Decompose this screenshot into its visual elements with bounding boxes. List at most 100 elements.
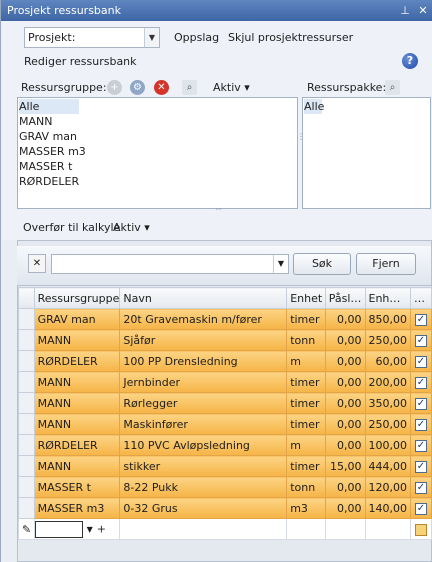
cell-active[interactable]: ✓ bbox=[410, 308, 432, 330]
column-header[interactable]: Enh… bbox=[364, 287, 411, 309]
transfer-status-dropdown[interactable]: Aktiv ▾ bbox=[113, 221, 150, 234]
chevron-down-icon[interactable]: ▼ bbox=[87, 525, 93, 534]
cell-group[interactable]: MANN bbox=[33, 392, 121, 414]
checkbox[interactable]: ✓ bbox=[415, 481, 427, 494]
list-item[interactable]: MASSER m3 bbox=[19, 144, 86, 159]
cell-active[interactable]: ✓ bbox=[410, 329, 432, 351]
chevron-down-icon[interactable]: ▼ bbox=[273, 255, 288, 273]
add-icon[interactable]: + bbox=[97, 522, 106, 535]
cell-markup[interactable]: 0,00 bbox=[324, 413, 366, 435]
table-row[interactable]: MANN Rørlegger timer 0,00 350,00 ✓ bbox=[18, 392, 432, 414]
cell-markup[interactable]: 15,00 bbox=[324, 455, 366, 477]
cell-name[interactable]: Rørlegger bbox=[119, 392, 288, 414]
cell-unit-price[interactable]: 444,00 bbox=[364, 455, 411, 477]
cell-group[interactable]: MANN bbox=[33, 455, 121, 477]
cell-unit[interactable]: tonn bbox=[286, 476, 326, 498]
list-item[interactable]: GRAV man bbox=[19, 129, 77, 144]
table-row[interactable]: GRAV man 20t Gravemaskin m/fører timer 0,00… bbox=[18, 308, 432, 330]
list-item[interactable]: MASSER t bbox=[19, 159, 72, 174]
cell-markup[interactable]: 0,00 bbox=[324, 308, 366, 330]
clear-filter-icon[interactable]: ✕ bbox=[28, 254, 46, 273]
row-indicator[interactable] bbox=[18, 497, 35, 519]
lookup-link[interactable]: Oppslag bbox=[174, 31, 219, 44]
transfer-to-estimate-link[interactable]: Overfør til kalkyle bbox=[23, 221, 120, 234]
cell-group[interactable]: MANN bbox=[33, 413, 121, 435]
hide-project-resources-link[interactable]: Skjul prosjektressurser bbox=[228, 31, 353, 44]
cell-group[interactable]: MANN bbox=[33, 371, 121, 393]
row-indicator[interactable] bbox=[18, 308, 35, 330]
new-row-group-select[interactable]: ▼ + bbox=[33, 518, 121, 540]
table-row[interactable]: RØRDELER 100 PP Drensledning m 0,00 60,00 ✓ bbox=[18, 350, 432, 372]
cell-unit-price[interactable]: 120,00 bbox=[364, 476, 411, 498]
row-indicator[interactable] bbox=[18, 413, 35, 435]
checkbox[interactable]: ✓ bbox=[415, 418, 427, 431]
column-header[interactable]: Navn bbox=[119, 287, 288, 309]
table-row[interactable]: MANN Sjåfør tonn 0,00 250,00 ✓ bbox=[18, 329, 432, 351]
table-row[interactable]: MANN stikker timer 15,00 444,00 ✓ bbox=[18, 455, 432, 477]
cell-unit[interactable]: m bbox=[286, 350, 326, 372]
table-row[interactable]: RØRDELER 110 PVC Avløpsledning m 0,00 100,00… bbox=[18, 434, 432, 456]
checkbox[interactable]: ✓ bbox=[415, 376, 427, 389]
cell-name[interactable]: Sjåfør bbox=[119, 329, 288, 351]
package-search-icon[interactable]: ⌕ bbox=[385, 80, 400, 95]
gear-icon[interactable]: ⚙ bbox=[130, 80, 145, 95]
checkbox[interactable]: ✓ bbox=[415, 460, 427, 473]
new-row[interactable]: ✎ ▼ + bbox=[18, 518, 432, 540]
cell-unit[interactable]: timer bbox=[286, 413, 326, 435]
column-header[interactable]: … bbox=[410, 287, 432, 309]
cell-name[interactable]: 100 PP Drensledning bbox=[119, 350, 288, 372]
cell-name[interactable]: 20t Gravemaskin m/fører bbox=[119, 308, 288, 330]
cell-active[interactable]: ✓ bbox=[410, 497, 432, 519]
cell-group[interactable]: MASSER m3 bbox=[33, 497, 121, 519]
checkbox[interactable]: ✓ bbox=[415, 334, 427, 347]
cell-group[interactable]: MASSER t bbox=[33, 476, 121, 498]
checkbox[interactable] bbox=[415, 523, 427, 536]
cell-markup[interactable]: 0,00 bbox=[324, 350, 366, 372]
cell-group[interactable]: RØRDELER bbox=[33, 434, 121, 456]
cell-name[interactable]: 8-22 Pukk bbox=[119, 476, 288, 498]
cell-unit[interactable]: timer bbox=[286, 455, 326, 477]
row-indicator[interactable] bbox=[18, 392, 35, 414]
cell-group[interactable]: RØRDELER bbox=[33, 350, 121, 372]
row-indicator[interactable] bbox=[18, 329, 35, 351]
cell-active[interactable]: ✓ bbox=[410, 392, 432, 414]
group-status-dropdown[interactable]: Aktiv ▾ bbox=[213, 81, 250, 94]
cell-unit[interactable]: m3 bbox=[286, 497, 326, 519]
checkbox[interactable]: ✓ bbox=[415, 502, 427, 515]
column-header[interactable]: Ressursgruppe bbox=[33, 287, 121, 309]
cell-unit[interactable]: timer bbox=[286, 308, 326, 330]
add-icon[interactable]: + bbox=[107, 80, 122, 95]
cell-name[interactable]: Maskinfører bbox=[119, 413, 288, 435]
column-header[interactable]: Påsl… bbox=[324, 287, 366, 309]
cell-unit[interactable]: m bbox=[286, 434, 326, 456]
cell-unit-price[interactable]: 200,00 bbox=[364, 371, 411, 393]
edit-resource-bank-link[interactable]: Rediger ressursbank bbox=[24, 55, 137, 68]
project-select[interactable]: Prosjekt: ▼ bbox=[24, 27, 160, 48]
help-icon[interactable]: ? bbox=[402, 53, 418, 69]
table-row[interactable]: MASSER m3 0-32 Grus m3 0,00 140,00 ✓ bbox=[18, 497, 432, 519]
cell-unit-price[interactable]: 250,00 bbox=[364, 413, 411, 435]
chevron-down-icon[interactable]: ▼ bbox=[144, 28, 159, 47]
cell-unit-price[interactable]: 350,00 bbox=[364, 392, 411, 414]
cell-unit[interactable]: tonn bbox=[286, 329, 326, 351]
cell-unit[interactable]: timer bbox=[286, 371, 326, 393]
cell-markup[interactable]: 0,00 bbox=[324, 434, 366, 456]
cell-markup[interactable]: 0,00 bbox=[324, 497, 366, 519]
row-indicator[interactable] bbox=[18, 434, 35, 456]
search-user-icon[interactable]: ⌕ bbox=[182, 80, 197, 95]
row-indicator[interactable] bbox=[18, 350, 35, 372]
cell-name[interactable]: Jernbinder bbox=[119, 371, 288, 393]
cell-markup[interactable]: 0,00 bbox=[324, 329, 366, 351]
row-indicator[interactable] bbox=[18, 476, 35, 498]
list-item[interactable]: MANN bbox=[19, 114, 52, 129]
cell-unit-price[interactable]: 140,00 bbox=[364, 497, 411, 519]
cell-name[interactable]: 110 PVC Avløpsledning bbox=[119, 434, 288, 456]
cell-active[interactable]: ✓ bbox=[410, 476, 432, 498]
list-item[interactable]: RØRDELER bbox=[19, 174, 79, 189]
table-row[interactable]: MANN Jernbinder timer 0,00 200,00 ✓ bbox=[18, 371, 432, 393]
cell-markup[interactable]: 0,00 bbox=[324, 371, 366, 393]
cell-unit-price[interactable]: 60,00 bbox=[364, 350, 411, 372]
cell-group[interactable]: MANN bbox=[33, 329, 121, 351]
cell-active[interactable]: ✓ bbox=[410, 413, 432, 435]
filter-input[interactable]: ▼ bbox=[51, 254, 289, 274]
